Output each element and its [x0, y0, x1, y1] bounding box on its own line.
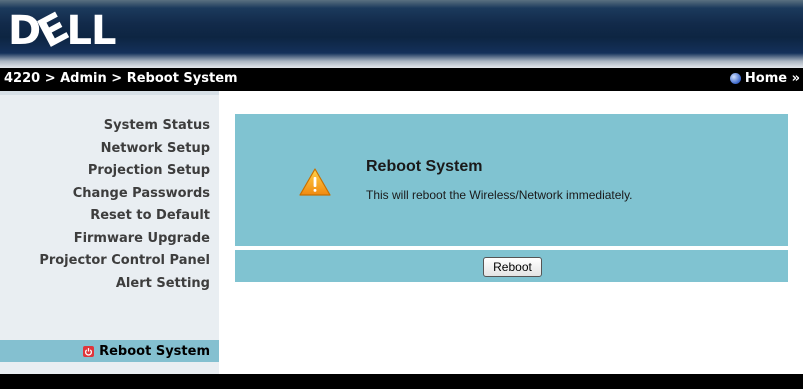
home-link[interactable]: Home »	[729, 71, 800, 86]
reboot-message: This will reboot the Wireless/Network im…	[366, 188, 633, 202]
breadcrumb-bar: 4220 > Admin > Reboot System Home »	[0, 68, 803, 91]
breadcrumb: 4220 > Admin > Reboot System	[4, 71, 238, 86]
page-title: Reboot System	[366, 158, 483, 175]
action-bar: Reboot	[235, 250, 788, 282]
sidebar-item-label: Reboot System	[99, 343, 210, 359]
sidebar-item-projector-control-panel[interactable]: Projector Control Panel	[0, 250, 219, 273]
sidebar-top-band	[0, 91, 219, 95]
reboot-button[interactable]: Reboot	[483, 257, 542, 277]
sidebar-menu: System Status Network Setup Projection S…	[0, 115, 219, 295]
sidebar-item-system-status[interactable]: System Status	[0, 115, 219, 138]
sidebar-item-projection-setup[interactable]: Projection Setup	[0, 160, 219, 183]
sidebar-item-change-passwords[interactable]: Change Passwords	[0, 183, 219, 206]
power-icon	[83, 345, 95, 357]
sidebar-item-reboot-system[interactable]: Reboot System	[0, 340, 219, 362]
warning-icon	[299, 168, 331, 196]
sidebar-item-firmware-upgrade[interactable]: Firmware Upgrade	[0, 228, 219, 251]
header-banner: DELL	[0, 0, 803, 68]
reboot-panel: Reboot System This will reboot the Wirel…	[235, 114, 788, 246]
footer-bar	[0, 374, 803, 389]
sidebar-item-alert-setting[interactable]: Alert Setting	[0, 273, 219, 296]
globe-icon	[729, 73, 741, 84]
dell-logo[interactable]: DELL	[8, 5, 117, 58]
sidebar: System Status Network Setup Projection S…	[0, 91, 219, 374]
sidebar-item-reset-to-default[interactable]: Reset to Default	[0, 205, 219, 228]
sidebar-item-network-setup[interactable]: Network Setup	[0, 138, 219, 161]
home-label: Home »	[744, 71, 800, 86]
